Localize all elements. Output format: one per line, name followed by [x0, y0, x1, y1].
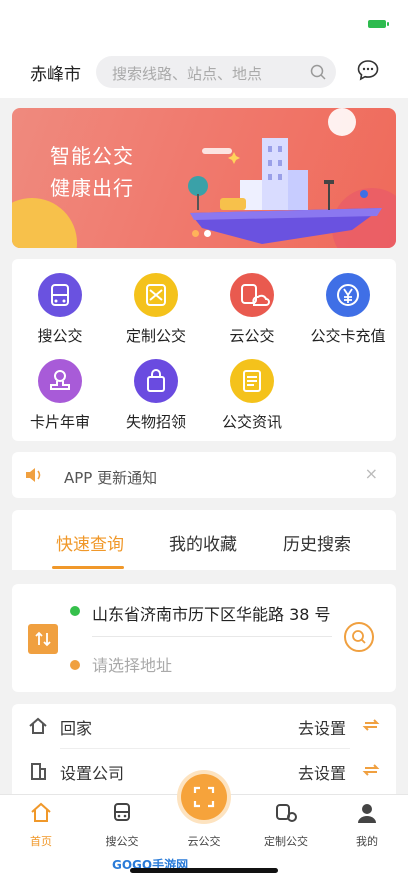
tab-custom-bus[interactable]: 定制公交	[246, 801, 326, 849]
grid-item-custom-bus[interactable]: 定制公交	[108, 273, 204, 346]
scan-button[interactable]	[181, 774, 227, 820]
query-tabs: 快速查询 我的收藏 历史搜索	[12, 510, 396, 570]
promo-banner[interactable]: 智能公交 健康出行	[12, 108, 396, 248]
shortcut-action[interactable]: 去设置	[298, 715, 346, 739]
home-icon	[29, 717, 47, 734]
search-placeholder: 搜索线路、站点、地点	[112, 65, 263, 83]
grid-item-label: 公交资讯	[221, 413, 282, 431]
battery-icon	[368, 20, 389, 28]
status-bar	[0, 0, 408, 44]
origin-field[interactable]: 山东省济南市历下区华能路 38 号	[92, 601, 331, 625]
tab-profile[interactable]: 我的	[327, 801, 407, 849]
destination-field[interactable]: 请选择地址	[92, 652, 172, 676]
user-icon	[358, 804, 376, 823]
tab-label: 首页	[30, 835, 52, 848]
city-selector[interactable]: 赤峰市	[30, 60, 81, 85]
grid-item-card-recharge[interactable]: 公交卡充值	[300, 273, 396, 346]
tab-favorites[interactable]: 我的收藏	[169, 530, 237, 555]
grid-item-search-bus[interactable]: 搜公交	[12, 273, 108, 346]
tab-label: 定制公交	[264, 835, 308, 848]
tab-history[interactable]: 历史搜索	[283, 530, 351, 555]
search-input[interactable]: 搜索线路、站点、地点	[96, 56, 336, 88]
swap-icon	[35, 631, 51, 647]
origin-dot	[70, 606, 80, 616]
tab-home[interactable]: 首页	[1, 801, 81, 849]
grid-item-label: 卡片年审	[29, 413, 90, 431]
shortcut-home[interactable]: 回家 去设置	[12, 704, 396, 749]
grid-item-label: 搜公交	[37, 327, 83, 345]
grid-item-cloud-bus[interactable]: 云公交	[204, 273, 300, 346]
tab-quick-query[interactable]: 快速查询	[56, 530, 124, 555]
bag-icon	[134, 359, 178, 403]
destination-dot	[70, 660, 80, 670]
tab-label: 云公交	[187, 835, 221, 848]
custom-bus-icon	[276, 804, 297, 822]
route-planner: 山东省济南市历下区华能路 38 号 请选择地址	[12, 584, 396, 692]
message-icon[interactable]	[356, 58, 380, 82]
swap-arrows-icon	[362, 764, 380, 776]
shortcut-label: 回家	[60, 719, 93, 738]
shortcut-action[interactable]: 去设置	[298, 760, 346, 784]
swap-button[interactable]	[28, 624, 58, 654]
stamp-icon	[38, 359, 82, 403]
building-icon	[31, 763, 46, 780]
grid-item-bus-news[interactable]: 公交资讯	[204, 359, 300, 432]
grid-item-label: 云公交	[229, 327, 275, 345]
speaker-icon	[26, 468, 41, 482]
banner-title-2: 健康出行	[50, 176, 134, 200]
tab-indicator	[52, 566, 124, 569]
banner-title-1: 智能公交	[50, 144, 134, 168]
search-icon	[352, 630, 366, 644]
grid-item-annual-review[interactable]: 卡片年审	[12, 359, 108, 432]
grid-item-lost-found[interactable]: 失物招领	[108, 359, 204, 432]
grid-item-label: 公交卡充值	[310, 327, 386, 345]
tab-label: 搜公交	[105, 835, 139, 848]
divider	[92, 636, 332, 637]
search-icon	[310, 64, 326, 80]
notice-text: APP 更新通知	[64, 469, 158, 487]
home-icon	[31, 802, 51, 822]
bus-icon	[38, 273, 82, 317]
tab-label: 我的	[356, 835, 378, 848]
service-grid: 搜公交 定制公交 云公交 公交卡充值 卡片年审 失物招领 公交资讯	[12, 259, 396, 441]
grid-item-label: 失物招领	[125, 413, 186, 431]
cloud-bus-icon	[230, 273, 274, 317]
shortcut-label: 设置公司	[60, 764, 125, 783]
update-notice[interactable]: APP 更新通知 ×	[12, 452, 396, 498]
route-search-button[interactable]	[344, 622, 374, 652]
custom-bus-icon	[134, 273, 178, 317]
carousel-dots	[192, 222, 216, 241]
tab-search-bus[interactable]: 搜公交	[82, 801, 162, 849]
bus-icon	[114, 803, 130, 821]
home-indicator	[130, 868, 278, 873]
swap-arrows-icon	[362, 719, 380, 731]
close-icon[interactable]: ×	[365, 464, 378, 483]
top-bar: 赤峰市 搜索线路、站点、地点	[0, 44, 408, 98]
yen-icon	[326, 273, 370, 317]
scan-icon	[193, 786, 215, 808]
news-icon	[230, 359, 274, 403]
grid-item-label: 定制公交	[125, 327, 186, 345]
